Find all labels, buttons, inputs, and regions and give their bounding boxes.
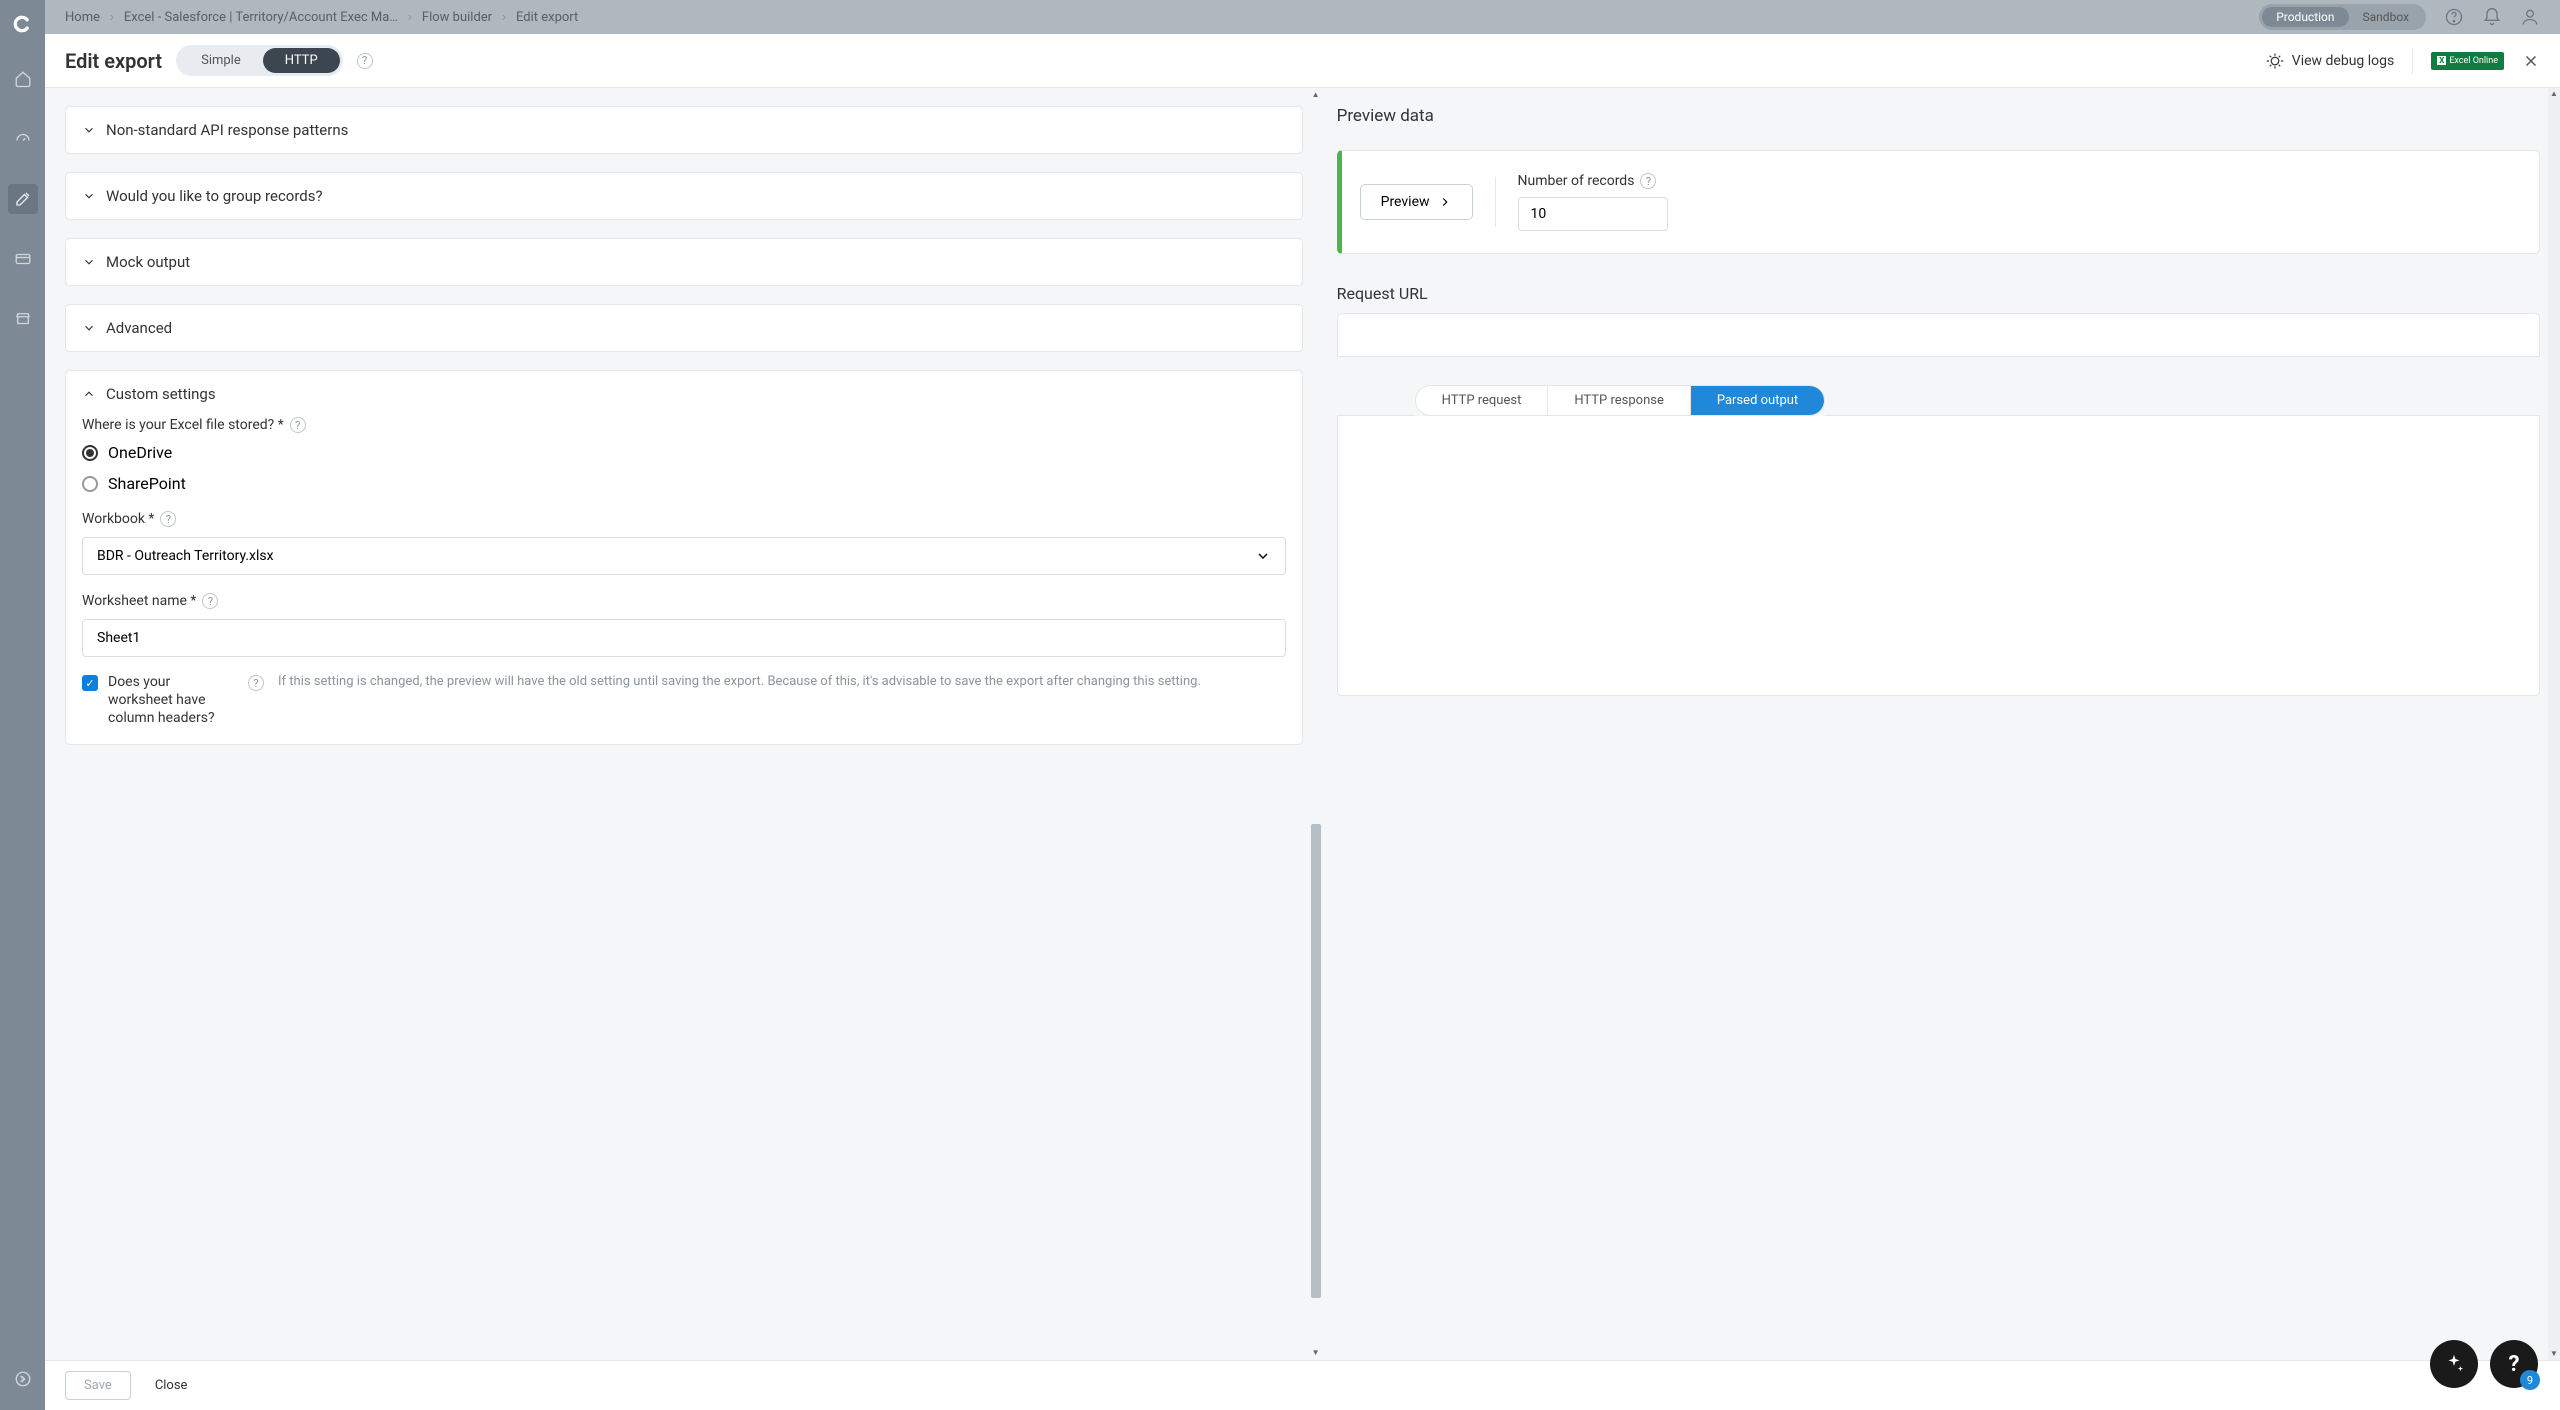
output-tabs: HTTP request HTTP response Parsed output (1415, 385, 1826, 416)
radio-icon (82, 476, 98, 492)
chevron-down-icon (82, 123, 96, 137)
chevron-down-icon (82, 321, 96, 335)
page-header: Edit export Simple HTTP ? View debug log… (45, 34, 2560, 88)
chevron-down-icon (82, 255, 96, 269)
radio-onedrive[interactable]: OneDrive (82, 443, 1286, 462)
bell-icon[interactable] (2482, 7, 2502, 27)
chevron-up-icon (82, 387, 96, 401)
notification-badge: 9 (2520, 1370, 2540, 1390)
workbook-label: Workbook * ? (82, 511, 1286, 527)
help-icon[interactable]: ? (160, 511, 176, 527)
help-icon[interactable]: ? (202, 593, 218, 609)
panel-group: Would you like to group records? (65, 172, 1303, 220)
chevron-right-icon (1438, 195, 1452, 209)
request-url-label: Request URL (1337, 284, 2540, 303)
records-label: Number of records ? (1518, 173, 1668, 189)
scroll-down-icon[interactable]: ▼ (2550, 1348, 2558, 1360)
store-icon[interactable] (8, 304, 38, 334)
content-area: Non-standard API response patterns Would… (45, 88, 2560, 1360)
home-icon[interactable] (8, 64, 38, 94)
breadcrumb-flow[interactable]: Excel - Salesforce | Territory/Account E… (124, 10, 398, 25)
tab-http-response[interactable]: HTTP response (1548, 386, 1691, 415)
preview-button[interactable]: Preview (1360, 184, 1473, 220)
scroll-up-icon[interactable]: ▲ (1312, 90, 1320, 100)
worksheet-label: Worksheet name * ? (82, 593, 1286, 609)
expand-icon[interactable] (8, 1364, 38, 1394)
chevron-right-icon: › (408, 10, 412, 25)
preview-card: Preview Number of records ? (1337, 150, 2540, 254)
right-panel: Preview data Preview Number of records ? (1323, 88, 2560, 1360)
help-icon[interactable]: ? (248, 675, 264, 691)
panel-header-custom[interactable]: Custom settings (66, 371, 1302, 417)
card-icon[interactable] (8, 244, 38, 274)
help-icon[interactable] (2444, 7, 2464, 27)
panel-nonstandard: Non-standard API response patterns (65, 106, 1303, 154)
panel-body-custom: Where is your Excel file stored? * ? One… (66, 417, 1302, 744)
sidebar (0, 0, 45, 1410)
help-icon[interactable]: ? (1640, 173, 1656, 189)
mode-http[interactable]: HTTP (263, 48, 340, 73)
tools-icon[interactable] (8, 184, 38, 214)
panel-mock: Mock output (65, 238, 1303, 286)
close-link[interactable]: Close (155, 1378, 188, 1393)
panel-header-group[interactable]: Would you like to group records? (66, 173, 1302, 219)
chevron-right-icon: › (502, 10, 506, 25)
left-scrollbar[interactable]: ▲ ▼ (1311, 90, 1321, 1358)
env-toggle: Production Sandbox (2259, 4, 2426, 30)
bug-icon (2266, 52, 2284, 70)
close-icon[interactable] (2522, 52, 2540, 70)
excel-badge: X Excel Online (2431, 52, 2504, 70)
help-chat-button[interactable]: ? 9 (2490, 1340, 2538, 1388)
env-sandbox[interactable]: Sandbox (2349, 7, 2423, 27)
panel-header-nonstandard[interactable]: Non-standard API response patterns (66, 107, 1302, 153)
view-debug-logs[interactable]: View debug logs (2266, 52, 2394, 70)
breadcrumb-bar: Home › Excel - Salesforce | Territory/Ac… (45, 0, 2560, 34)
panel-advanced: Advanced (65, 304, 1303, 352)
app-logo (13, 14, 33, 34)
panel-header-advanced[interactable]: Advanced (66, 305, 1302, 351)
mode-simple[interactable]: Simple (179, 48, 263, 73)
mode-toggle: Simple HTTP (176, 45, 343, 76)
scroll-up-icon[interactable]: ▲ (2550, 88, 2558, 100)
question-icon: ? (2509, 1352, 2520, 1377)
headers-help: If this setting is changed, the preview … (278, 673, 1286, 692)
storage-label: Where is your Excel file stored? * ? (82, 417, 1286, 433)
radio-sharepoint[interactable]: SharePoint (82, 474, 1286, 493)
left-panel: Non-standard API response patterns Would… (45, 88, 1323, 1360)
tab-http-request[interactable]: HTTP request (1416, 386, 1549, 415)
preview-title: Preview data (1337, 106, 2540, 126)
panel-custom: Custom settings Where is your Excel file… (65, 370, 1303, 745)
scroll-down-icon[interactable]: ▼ (1312, 1348, 1320, 1358)
radio-icon (82, 445, 98, 461)
headers-checkbox[interactable]: ✓ (82, 675, 98, 691)
workbook-select[interactable]: BDR - Outreach Territory.xlsx (82, 537, 1286, 575)
records-input[interactable] (1518, 197, 1668, 231)
output-box (1337, 416, 2540, 696)
footer: Save Close (45, 1360, 2560, 1410)
panel-header-mock[interactable]: Mock output (66, 239, 1302, 285)
page-title: Edit export (65, 49, 162, 73)
headers-label: Does your worksheet have column headers? (108, 673, 238, 728)
breadcrumb-builder[interactable]: Flow builder (422, 10, 492, 25)
breadcrumb-home[interactable]: Home (65, 10, 100, 25)
right-scrollbar[interactable]: ▲ ▼ (2548, 88, 2560, 1360)
ai-assist-button[interactable] (2430, 1340, 2478, 1388)
chevron-right-icon: › (110, 10, 114, 25)
dashboard-icon[interactable] (8, 124, 38, 154)
chevron-down-icon (82, 189, 96, 203)
save-button[interactable]: Save (65, 1371, 131, 1400)
env-production[interactable]: Production (2262, 7, 2348, 27)
user-icon[interactable] (2520, 7, 2540, 27)
worksheet-input[interactable] (82, 619, 1286, 657)
help-icon[interactable]: ? (357, 53, 373, 69)
breadcrumb-current[interactable]: Edit export (516, 10, 578, 25)
request-url-box (1337, 313, 2540, 357)
tab-parsed-output[interactable]: Parsed output (1691, 386, 1824, 415)
chevron-down-icon (1255, 548, 1271, 564)
floating-buttons: ? 9 (2430, 1340, 2538, 1388)
sparkle-icon (2443, 1353, 2465, 1375)
help-icon[interactable]: ? (290, 417, 306, 433)
